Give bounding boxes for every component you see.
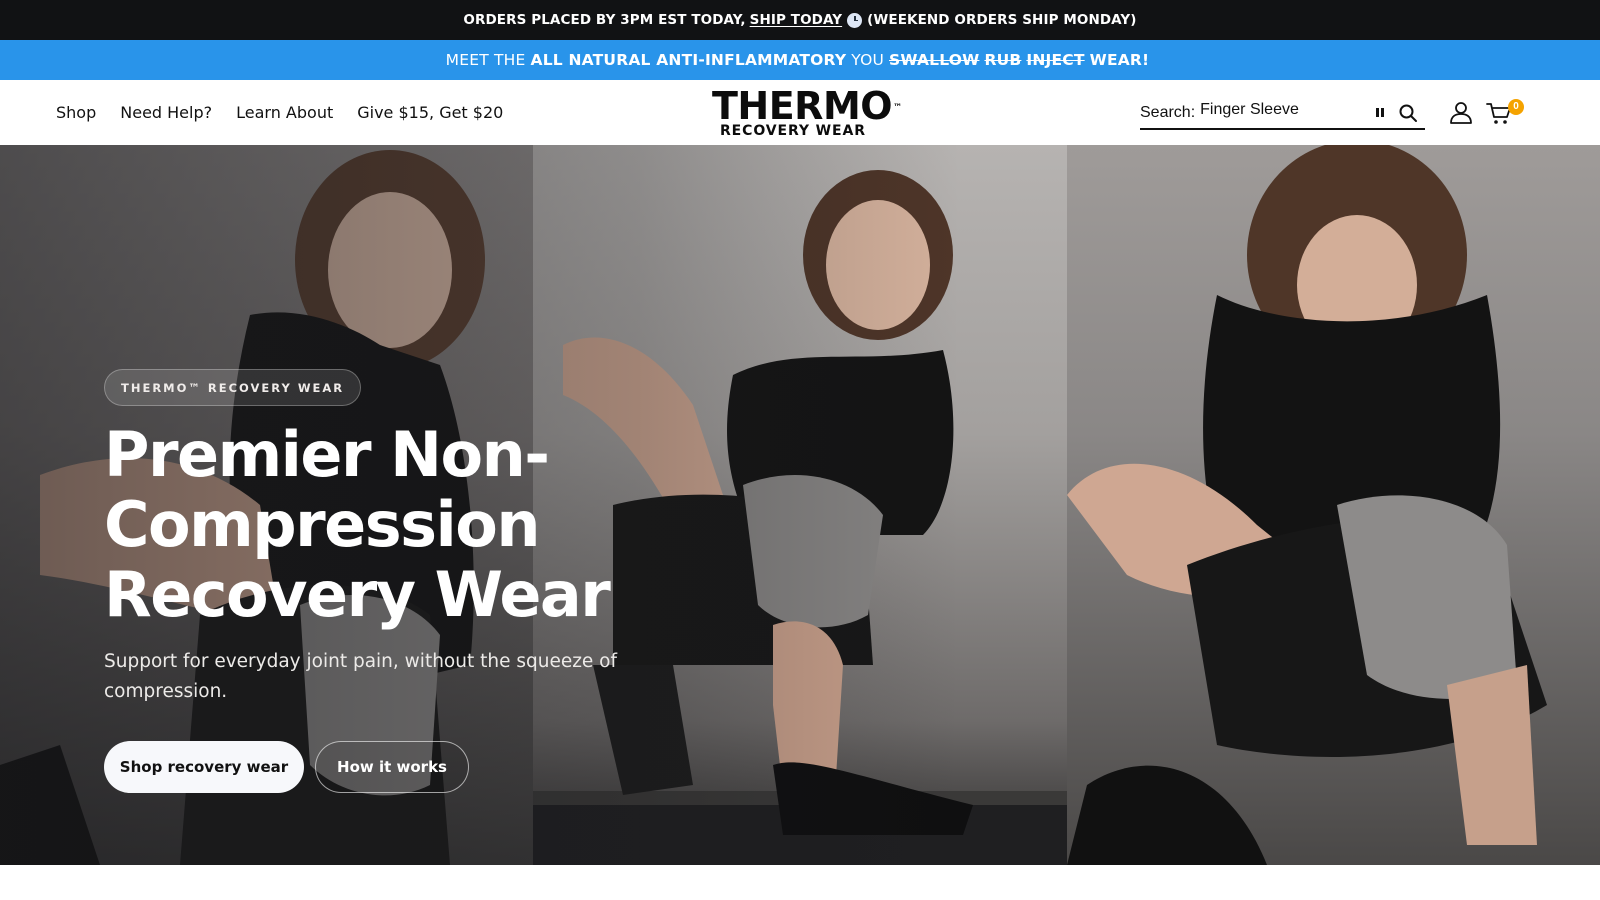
announcement-suffix: (WEEKEND ORDERS SHIP MONDAY)	[867, 12, 1137, 28]
promo-prefix: MEET THE	[445, 51, 526, 69]
promo-struck-rub: RUB	[984, 51, 1022, 69]
promo-mid: YOU	[851, 51, 885, 69]
nav-referral[interactable]: Give $15, Get $20	[357, 103, 503, 122]
search-input[interactable]	[1200, 101, 1371, 119]
main-nav: Shop Need Help? Learn About Give $15, Ge…	[56, 80, 503, 145]
hero-section: THERMO™ RECOVERY WEAR Premier Non-Compre…	[0, 145, 1600, 865]
page-continuation	[0, 865, 1600, 900]
promo-end: WEAR!	[1089, 51, 1150, 69]
hero-title: Premier Non-Compression Recovery Wear	[104, 418, 611, 631]
promo-struck-inject: INJECT	[1026, 51, 1085, 69]
announcement-text: ORDERS PLACED BY 3PM EST TODAY,	[463, 12, 746, 28]
search-label: Search:	[1140, 104, 1196, 121]
logo-tm: ™	[893, 103, 902, 113]
hero-subtitle: Support for everyday joint pain, without…	[104, 651, 618, 702]
promo-bar: MEET THE ALL NATURAL ANTI-INFLAMMATORY Y…	[0, 40, 1600, 80]
account-icon[interactable]	[1448, 100, 1474, 126]
nav-learn-about[interactable]: Learn About	[236, 103, 333, 122]
search-bar: Search:	[1140, 98, 1425, 130]
ship-today-link[interactable]: SHIP TODAY	[750, 12, 842, 28]
shop-recovery-wear-button[interactable]: Shop recovery wear	[104, 741, 304, 793]
pause-icon[interactable]	[1376, 108, 1386, 118]
nav-shop[interactable]: Shop	[56, 103, 96, 122]
nav-need-help[interactable]: Need Help?	[120, 103, 212, 122]
announcement-bar: ORDERS PLACED BY 3PM EST TODAY, SHIP TOD…	[0, 0, 1600, 40]
promo-struck-swallow: SWALLOW	[889, 51, 980, 69]
clock-icon	[847, 12, 863, 28]
promo-bold: ALL NATURAL ANTI-INFLAMMATORY	[530, 51, 847, 69]
hero-eyebrow: THERMO™ RECOVERY WEAR	[104, 369, 362, 406]
search-icon[interactable]	[1398, 103, 1418, 123]
logo-wordmark: THERMO	[712, 84, 893, 128]
cart-count-badge: 0	[1508, 99, 1524, 115]
brand-logo[interactable]: THERMO™ RECOVERY WEAR	[712, 84, 902, 139]
site-header: Shop Need Help? Learn About Give $15, Ge…	[0, 80, 1600, 145]
how-it-works-button[interactable]: How it works	[315, 741, 469, 793]
